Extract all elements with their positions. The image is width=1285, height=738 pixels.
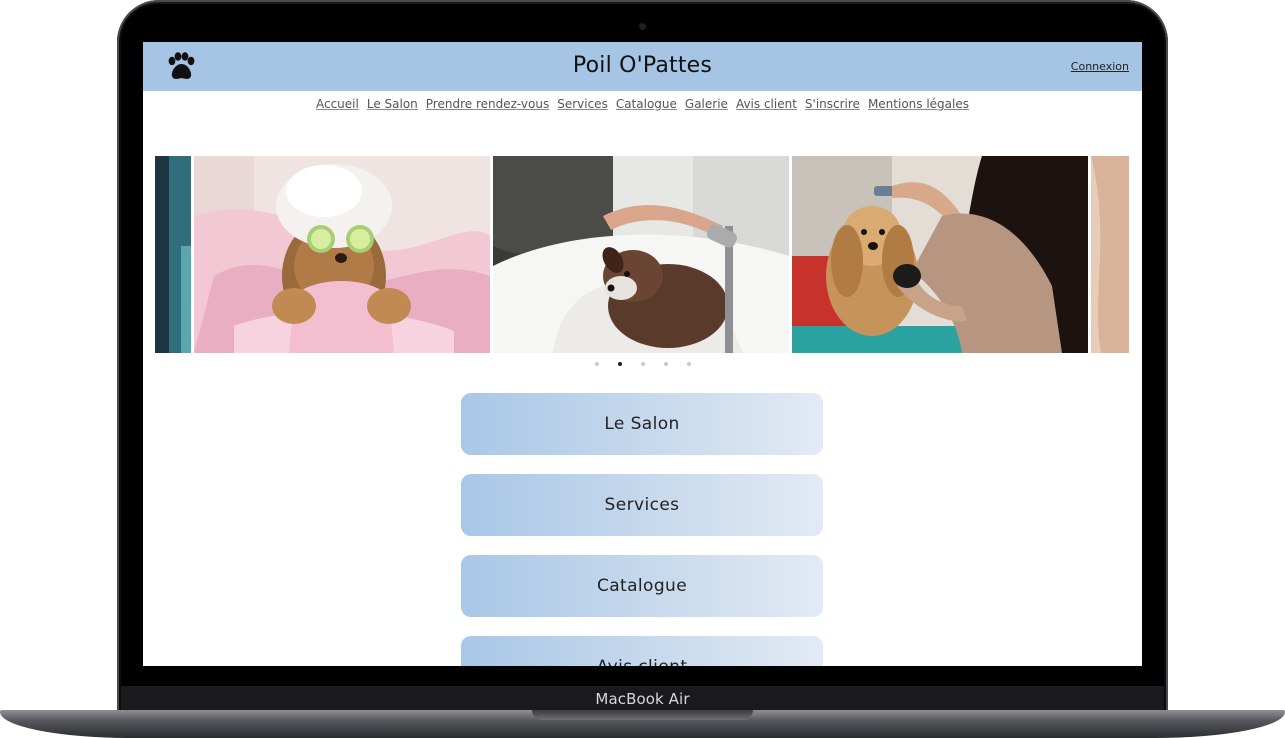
carousel-dot-5[interactable]: [686, 362, 691, 366]
carousel-slide-partial-right: [1091, 156, 1129, 353]
carousel-dot-3[interactable]: [640, 362, 645, 366]
nav-item-avis-client[interactable]: Avis client: [736, 97, 797, 111]
le-salon-button[interactable]: Le Salon: [461, 393, 823, 455]
carousel-slide-spa-dog: [194, 156, 490, 353]
carousel-dot-2[interactable]: [617, 362, 622, 366]
image-carousel[interactable]: [155, 156, 1129, 353]
nav-item-rendez-vous[interactable]: Prendre rendez-vous: [426, 97, 549, 111]
device-label: MacBook Air: [595, 690, 690, 708]
nav-item-le-salon[interactable]: Le Salon: [367, 97, 418, 111]
laptop-notch: [532, 710, 753, 720]
browser-viewport: Poil O'Pattes Connexion Accueil Le Salon P…: [143, 42, 1142, 666]
nav-item-inscrire[interactable]: S'inscrire: [805, 97, 860, 111]
login-link[interactable]: Connexion: [1071, 60, 1129, 73]
services-button[interactable]: Services: [461, 474, 823, 536]
carousel-slide-bath-dog: [493, 156, 789, 353]
camera-icon: [639, 23, 646, 30]
nav-item-services[interactable]: Services: [557, 97, 608, 111]
main-nav: Accueil Le Salon Prendre rendez-vous Servic…: [143, 97, 1142, 111]
site-header: Poil O'Pattes Connexion: [143, 42, 1142, 91]
avis-client-button[interactable]: Avis client: [461, 636, 823, 666]
carousel-dot-4[interactable]: [663, 362, 668, 366]
nav-item-catalogue[interactable]: Catalogue: [616, 97, 677, 111]
nav-item-mentions[interactable]: Mentions légales: [868, 97, 969, 111]
nav-item-galerie[interactable]: Galerie: [685, 97, 728, 111]
carousel-slide-partial-left: [155, 156, 191, 353]
catalogue-button[interactable]: Catalogue: [461, 555, 823, 617]
carousel-dot-1[interactable]: [594, 362, 599, 366]
nav-item-accueil[interactable]: Accueil: [316, 97, 359, 111]
carousel-slide-groomer-dog: [792, 156, 1088, 353]
site-title: Poil O'Pattes: [572, 53, 713, 78]
carousel-indicators: [143, 362, 1142, 366]
